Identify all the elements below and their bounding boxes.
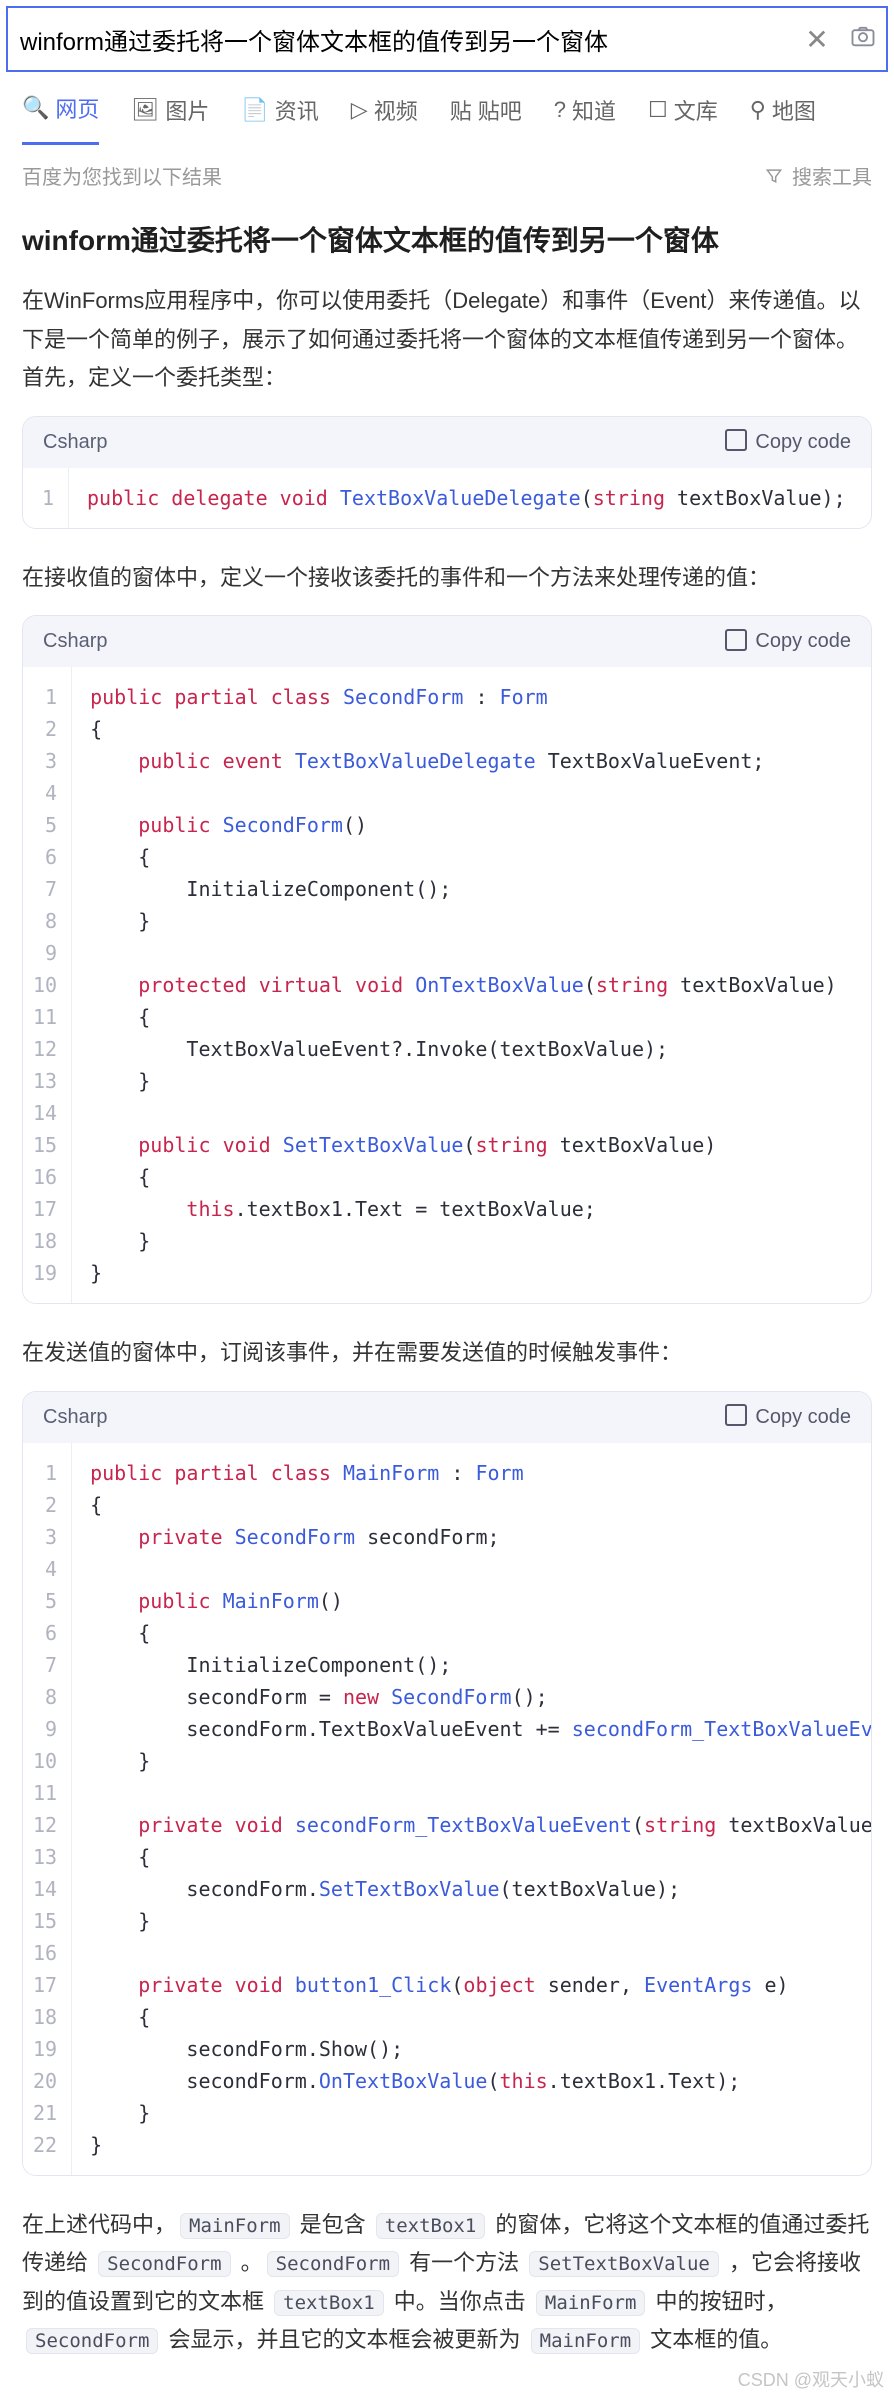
tab-tieba[interactable]: 贴贴吧 [450,92,522,145]
tab-image[interactable]: 🖼图片 [131,92,209,145]
tab-label: 资讯 [275,94,319,126]
tab-label: 视频 [374,94,418,126]
tieba-icon: 贴 [450,94,472,126]
map-icon: ⚲ [750,97,766,123]
copy-label: Copy code [755,1406,851,1429]
inline-code: textBox1 [376,2213,486,2239]
inline-code: MainForm [180,2213,290,2239]
copy-button[interactable]: Copy code [729,431,851,454]
tab-news[interactable]: 📄 资讯 [241,92,318,145]
line-gutter: 12345678910111213141516171819202122 [23,1443,72,2175]
paragraph: 在WinForms应用程序中，你可以使用委托（Delegate）和事件（Even… [22,282,872,398]
news-icon: 📄 [241,97,268,123]
copy-button[interactable]: Copy code [729,1406,851,1429]
code-lang: Csharp [43,1406,107,1429]
search-tools[interactable]: 搜索工具 [764,161,872,190]
paragraph: 在发送值的窗体中，订阅该事件，并在需要发送值的时候触发事件： [22,1334,872,1373]
sub-bar: 百度为您找到以下结果 搜索工具 [0,145,894,214]
code-block: Csharp Copy code 1 public delegate void … [22,416,872,529]
watermark: CSDN @观天小蚁 [738,2366,884,2392]
paragraph: 在上述代码中，MainForm 是包含 textBox1 的窗体，它将这个文本框… [22,2206,872,2360]
page-title: winform通过委托将一个窗体文本框的值传到另一个窗体 [22,220,872,262]
video-icon: ▷ [351,97,368,123]
code-source[interactable]: public delegate void TextBoxValueDelegat… [69,468,871,528]
inline-code: SecondForm [26,2328,158,2354]
code-source[interactable]: public partial class SecondForm : Form {… [72,667,871,1303]
code-source[interactable]: public partial class MainForm : Form { p… [72,1443,871,2175]
tab-label: 网页 [55,92,99,124]
result-info: 百度为您找到以下结果 [22,161,222,190]
inline-code: textBox1 [274,2290,384,2316]
tab-label: 贴吧 [478,94,522,126]
wenku-icon: ☐ [648,97,668,123]
copy-button[interactable]: Copy code [729,630,851,653]
zhidao-icon: ? [554,97,566,123]
tab-map[interactable]: ⚲地图 [750,92,816,145]
content: winform通过委托将一个窗体文本框的值传到另一个窗体 在WinForms应用… [0,220,894,2360]
line-gutter: 1 [23,468,69,528]
copy-icon [729,433,747,451]
tab-wenku[interactable]: ☐文库 [648,92,718,145]
code-lang: Csharp [43,431,107,454]
paragraph: 在接收值的窗体中，定义一个接收该委托的事件和一个方法来处理传递的值： [22,559,872,598]
code-block: Csharp Copy code 12345678910111213141516… [22,1391,872,2176]
copy-icon [729,633,747,651]
tab-label: 文库 [674,94,718,126]
copy-icon [729,1408,747,1426]
inline-code: SetTextBoxValue [529,2251,719,2277]
copy-label: Copy code [755,431,851,454]
tabs: 🔍网页 🖼图片 📄 资讯 ▷视频 贴贴吧 ?知道 ☐文库 ⚲地图 [0,72,894,145]
tab-zhidao[interactable]: ?知道 [554,92,616,145]
tab-web[interactable]: 🔍网页 [22,92,99,145]
inline-code: MainForm [536,2290,646,2316]
code-block: Csharp Copy code 12345678910111213141516… [22,615,872,1304]
line-gutter: 12345678910111213141516171819 [23,667,72,1303]
tab-video[interactable]: ▷视频 [351,92,418,145]
search-icon: 🔍 [22,95,49,121]
inline-code: SecondForm [267,2251,399,2277]
tab-label: 知道 [572,94,616,126]
tab-label: 地图 [772,94,816,126]
image-icon: 🖼 [131,97,159,123]
filter-icon [764,166,784,186]
copy-label: Copy code [755,630,851,653]
clear-icon[interactable]: ✕ [794,23,840,56]
inline-code: MainForm [531,2328,641,2354]
camera-icon[interactable] [840,22,886,57]
code-lang: Csharp [43,630,107,653]
search-bar: ✕ [6,6,888,72]
inline-code: SecondForm [98,2251,230,2277]
tab-label: 图片 [165,94,209,126]
search-input[interactable] [8,8,794,70]
tools-label: 搜索工具 [792,161,872,190]
